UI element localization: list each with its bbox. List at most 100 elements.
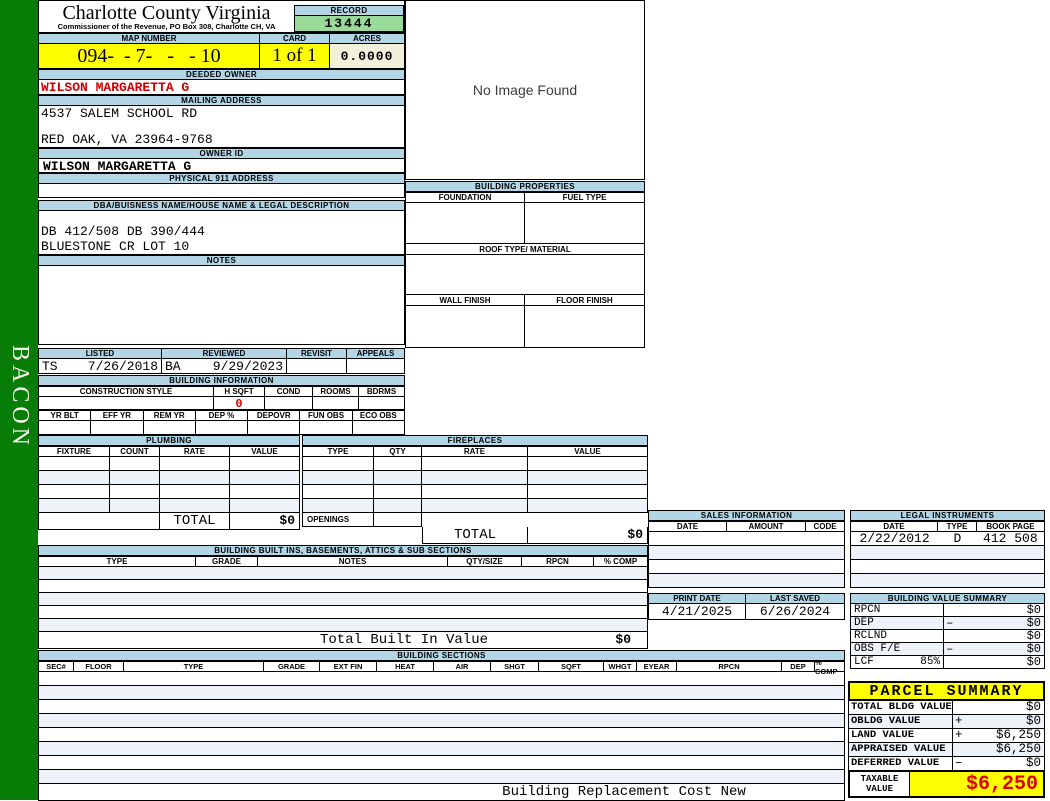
- print-date-label: PRINT DATE: [648, 593, 746, 604]
- rpcn-op: [944, 604, 956, 616]
- reviewed-by: BA: [165, 359, 181, 374]
- openings-label: OPENINGS: [302, 513, 374, 527]
- owner-id-value: WILSON MARGARETTA G: [38, 159, 405, 174]
- record-label: RECORD: [294, 5, 404, 16]
- legal-type: D: [953, 531, 962, 546]
- qty-label: QTY: [374, 446, 422, 457]
- construction-style-value: [38, 397, 214, 410]
- parcel-summary-row: LAND VALUE + $6,250: [848, 729, 1045, 743]
- parcel-summary-section: PARCEL SUMMARY TOTAL BLDG VALUE $0 OBLDG…: [848, 681, 1045, 798]
- appeals-value: [347, 359, 405, 374]
- fixture-label: FIXTURE: [38, 446, 110, 457]
- value-summary-row: OBS F/E – $0: [850, 643, 1045, 656]
- rpcn-label: RPCN: [677, 661, 782, 672]
- mailing-address-section: MAILING ADDRESS 4537 SALEM SCHOOL RD RED…: [38, 95, 405, 148]
- legal-book-page: 412 508: [983, 531, 1038, 546]
- building-section-row: [38, 756, 845, 770]
- plumbing-row: [38, 485, 300, 499]
- legal-line-1: DB 412/508 DB 390/444: [41, 224, 205, 239]
- last-saved-value: 6/26/2024: [746, 604, 845, 620]
- heat-label: HEAT: [377, 661, 434, 672]
- lcf-label: LCF: [854, 656, 874, 668]
- title-block: Charlotte County Virginia Commissioner o…: [38, 0, 405, 33]
- rate-label: RATE: [160, 446, 230, 457]
- date-label: DATE: [648, 521, 727, 532]
- building-properties-title: BUILDING PROPERTIES: [405, 181, 645, 192]
- legal-instruments-title: LEGAL INSTRUMENTS: [850, 510, 1045, 521]
- legal-instrument-row: [850, 574, 1045, 588]
- funobs-value: [300, 421, 353, 435]
- dep-op: –: [946, 616, 954, 630]
- sales-row: [648, 560, 845, 574]
- fuel-type-label: FUEL TYPE: [525, 192, 645, 203]
- land-label: LAND VALUE: [851, 729, 915, 741]
- wall-finish-label: WALL FINISH: [405, 295, 525, 306]
- hsqft-value: 0: [214, 397, 265, 411]
- type-label: TYPE: [302, 446, 374, 457]
- floor-label: FLOOR: [74, 661, 124, 672]
- value-summary-row: LCF 85% $0: [850, 656, 1045, 669]
- built-ins-row: [38, 580, 648, 593]
- effyr-label: EFF YR: [91, 410, 144, 421]
- building-section-row: [38, 770, 845, 784]
- building-value-summary-title: BUILDING VALUE SUMMARY: [850, 593, 1045, 604]
- comp-label: % COMP: [594, 556, 648, 567]
- property-photo-placeholder: No Image Found: [405, 0, 645, 180]
- plumbing-total-label: TOTAL: [160, 513, 230, 530]
- obldg-value: $0: [1025, 714, 1041, 728]
- lcf-pct: 85%: [920, 656, 941, 668]
- parcel-summary-row: TOTAL BLDG VALUE $0: [848, 701, 1045, 715]
- rclnd-value: $0: [1026, 629, 1041, 643]
- dep-value: [195, 421, 249, 435]
- listed-label: LISTED: [38, 348, 162, 359]
- obs-op: –: [946, 642, 954, 656]
- record-box: RECORD 13444: [294, 5, 404, 32]
- plumbing-row: [38, 457, 300, 471]
- taxable-value-label: TAXABLE VALUE: [850, 772, 910, 796]
- sec-label: SEC#: [38, 661, 74, 672]
- building-section-row: [38, 728, 845, 742]
- building-section-row: [38, 700, 845, 714]
- rate-label: RATE: [422, 446, 528, 457]
- yrblt-value: [38, 421, 92, 435]
- map-card-acres-row: MAP NUMBER CARD ACRES 094- - 7- - - 10 1…: [38, 33, 405, 69]
- type-label: TYPE: [38, 556, 196, 567]
- deeded-owner-section: DEEDED OWNER WILSON MARGARETTA G: [38, 69, 405, 95]
- grade-label: GRADE: [264, 661, 320, 672]
- deferred-value: $0: [1025, 756, 1041, 770]
- depovr-value: [248, 421, 301, 435]
- appeals-label: APPEALS: [347, 348, 405, 359]
- record-value: 13444: [294, 16, 404, 32]
- type-label: TYPE: [124, 661, 264, 672]
- rooms-value: [313, 397, 359, 410]
- qty-size-label: QTY/SIZE: [448, 556, 522, 567]
- dep-label: DEP: [782, 661, 815, 672]
- revisit-value: [287, 359, 347, 374]
- whgt-label: WHGT: [604, 661, 637, 672]
- ecoobs-value: [352, 421, 405, 435]
- ecoobs-label: ECO OBS: [352, 410, 405, 421]
- plumbing-total-spacer: [38, 513, 160, 530]
- legal-instruments-section: LEGAL INSTRUMENTS DATE TYPE BOOK PAGE 2/…: [850, 510, 1045, 588]
- hsqft-label: H SQFT: [214, 386, 265, 397]
- sidebar-vertical-label: BACON: [7, 345, 33, 450]
- lcf-op: [944, 656, 956, 668]
- plumbing-title: PLUMBING: [38, 435, 300, 446]
- obs-label: OBS F/E: [854, 643, 901, 655]
- legal-instrument-row: 2/22/2012 D 412 508: [850, 532, 1045, 546]
- revisit-label: REVISIT: [287, 348, 347, 359]
- sales-information-section: SALES INFORMATION DATE AMOUNT CODE: [648, 510, 845, 588]
- rpcn-label: RPCN: [854, 604, 881, 616]
- legal-description-label: DBA/BUISNESS NAME/HOUSE NAME & LEGAL DES…: [38, 200, 405, 211]
- mailing-line-2: RED OAK, VA 23964-9768: [41, 132, 213, 147]
- listed-by: TS: [42, 359, 58, 374]
- dep-value: $0: [1026, 616, 1041, 630]
- card-value: 1 of 1: [260, 44, 330, 69]
- plumbing-row: [38, 471, 300, 485]
- legal-instrument-row: [850, 560, 1045, 574]
- rclnd-op: [944, 630, 956, 642]
- deeded-owner-value: WILSON MARGARETTA G: [38, 80, 405, 95]
- parcel-summary-title: PARCEL SUMMARY: [848, 681, 1045, 701]
- obldg-label: OBLDG VALUE: [851, 715, 921, 727]
- deferred-op: –: [954, 756, 963, 770]
